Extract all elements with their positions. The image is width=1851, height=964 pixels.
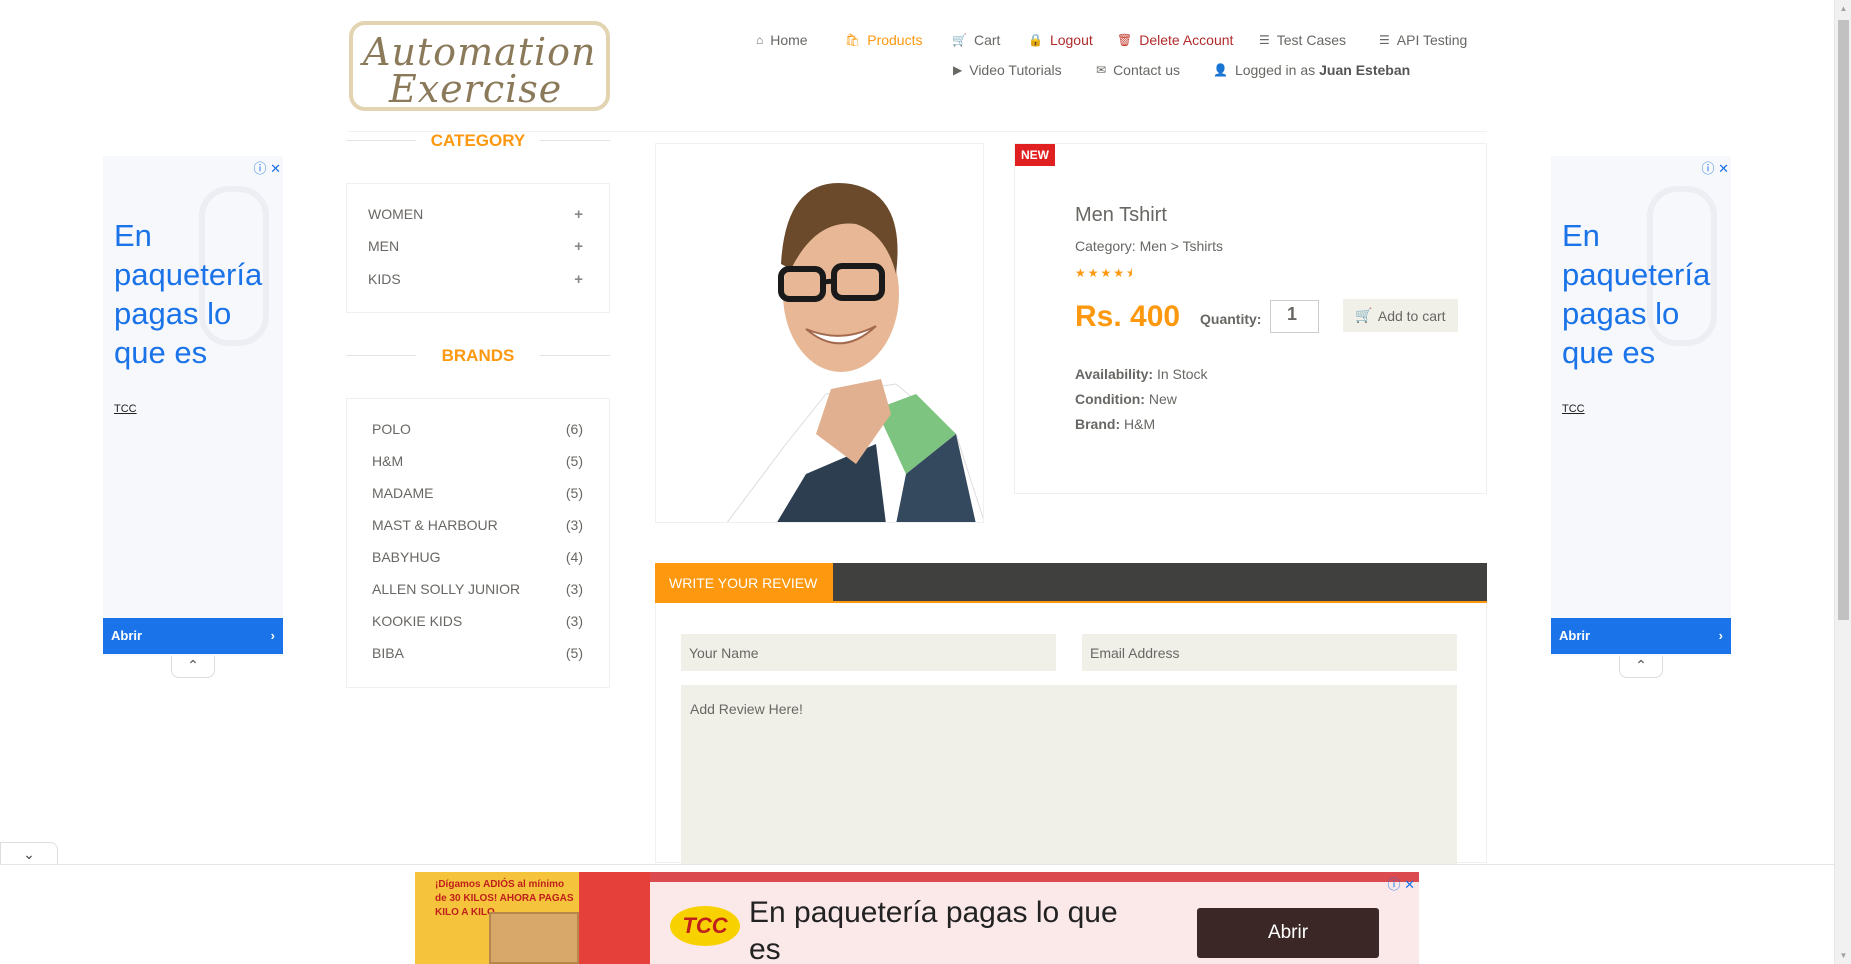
nav-logout[interactable]: 🔒 Logout [1028, 32, 1093, 48]
nav-test-cases[interactable]: ☰ Test Cases [1259, 32, 1346, 48]
chevron-down-icon[interactable]: ⌄ [0, 842, 58, 866]
chevron-up-icon[interactable]: ⌃ [1619, 656, 1663, 678]
ad-text[interactable]: En paquetería pagas lo que es [1562, 216, 1732, 372]
cart-icon: 🛒 [1355, 307, 1373, 323]
nav-home[interactable]: ⌂ Home [756, 32, 808, 48]
left-side-ad[interactable]: ⓘ ✕ En paquetería pagas lo que es TCC Ab… [103, 156, 284, 678]
product-category: Category: Men > Tshirts [1075, 238, 1223, 254]
scroll-up-icon[interactable]: ▲ [1835, 0, 1851, 17]
product-price: Rs. 400 [1075, 300, 1181, 333]
list-icon: ☰ [1379, 33, 1390, 47]
category-kids[interactable]: KIDS + [368, 271, 583, 288]
availability: Availability: In Stock [1075, 366, 1208, 382]
brands-panel: POLO (6) H&M (5) MADAME (5) MAST & HARBOUR(… [346, 398, 610, 688]
logo-line2: Exercise [389, 67, 563, 111]
ad-image: ¡Dígamos ADIÓS al mínimo de 30 KILOS! AH… [415, 872, 650, 964]
brand-item[interactable]: MADAME (5) [372, 485, 583, 501]
scrollbar-thumb[interactable] [1838, 20, 1849, 620]
brand: Brand: H&M [1075, 416, 1156, 432]
star-icon: ★ [1087, 266, 1101, 280]
category-men[interactable]: MEN + [368, 238, 583, 255]
quantity-input[interactable]: 1 [1270, 300, 1319, 333]
nav-cart[interactable]: 🛒 Cart [952, 32, 1000, 48]
username: Juan Esteban [1319, 62, 1411, 78]
brand-item[interactable]: KOOKIE KIDS (3) [372, 613, 583, 629]
ad-close-icon[interactable]: ⓘ ✕ [1387, 874, 1415, 893]
scroll-down-icon[interactable]: ▼ [1835, 947, 1851, 964]
plus-icon: + [574, 271, 583, 288]
brand-item[interactable]: MAST & HARBOUR (3) [372, 517, 583, 533]
list-icon: ☰ [1259, 33, 1270, 47]
brands-title: BRANDS [346, 346, 610, 366]
chevron-right-icon: › [1718, 628, 1723, 643]
right-side-ad[interactable]: ⓘ ✕ En paquetería pagas lo que es TCC Ab… [1551, 156, 1732, 678]
brand-item[interactable]: BIBA (5) [372, 645, 583, 661]
bottom-banner-ad[interactable]: ¡Dígamos ADIÓS al mínimo de 30 KILOS! AH… [415, 872, 1419, 964]
category-title: CATEGORY [346, 131, 610, 151]
package-image [489, 912, 579, 964]
product-rating: ★★★★⯨ [1075, 264, 1134, 285]
review-name-input[interactable]: Your Name [681, 634, 1056, 671]
review-textarea[interactable]: Add Review Here! [681, 685, 1457, 865]
vertical-scrollbar[interactable]: ▲ ▼ [1834, 0, 1851, 964]
condition: Condition: New [1075, 391, 1177, 407]
banner-text: En paquetería pagas lo que es [749, 896, 1118, 964]
ad-image-side [579, 872, 650, 964]
new-badge: NEW [1015, 144, 1055, 166]
ad-open-button[interactable]: Abrir › [103, 618, 283, 654]
brand-item[interactable]: POLO (6) [372, 421, 583, 437]
nav-video-tutorials[interactable]: ▶ Video Tutorials [953, 62, 1062, 78]
ad-close-icon[interactable]: ⓘ ✕ [253, 158, 281, 177]
nav-delete-account[interactable]: 🗑 Delete Account [1117, 32, 1233, 48]
youtube-icon: ▶ [953, 63, 963, 77]
site-logo[interactable]: Automation Exercise [349, 21, 610, 111]
plus-icon: + [574, 238, 583, 255]
trash-icon: 🗑 [1117, 33, 1133, 47]
tab-write-review[interactable]: WRITE YOUR REVIEW [655, 563, 833, 603]
quantity-label: Quantity: [1200, 311, 1262, 327]
cart-icon: 🛒 [952, 33, 967, 47]
category-women[interactable]: WOMEN + [368, 206, 583, 223]
envelope-icon: ✉ [1096, 63, 1107, 77]
review-email-input[interactable]: Email Address [1082, 634, 1457, 671]
home-icon: ⌂ [756, 33, 764, 47]
brand-item[interactable]: BABYHUG (4) [372, 549, 583, 565]
tcc-logo: TCC [670, 906, 740, 946]
star-icon: ★ [1075, 266, 1088, 280]
star-icon: ★ [1113, 266, 1127, 280]
review-tab-bar: WRITE YOUR REVIEW [655, 563, 1487, 603]
user-icon: 👤 [1213, 63, 1228, 77]
category-panel: WOMEN + MEN + KIDS + [346, 183, 610, 313]
ad-open-button[interactable]: Abrir › [1551, 618, 1731, 654]
product-name: Men Tshirt [1075, 204, 1167, 226]
brand-item[interactable]: H&M (5) [372, 453, 583, 469]
nav-api-testing[interactable]: ☰ API Testing [1379, 32, 1467, 48]
chevron-up-icon[interactable]: ⌃ [171, 656, 215, 678]
ad-text[interactable]: En paquetería pagas lo que es [114, 216, 284, 372]
brand-item[interactable]: ALLEN SOLLY JUNIOR (3) [372, 581, 583, 597]
ad-close-icon[interactable]: ⓘ ✕ [1701, 158, 1729, 177]
nav-logged-in[interactable]: 👤 Logged in as Juan Esteban [1213, 62, 1410, 78]
star-icon: ★ [1100, 266, 1114, 280]
nav-contact-us[interactable]: ✉ Contact us [1096, 62, 1180, 78]
ad-top-line [650, 872, 1419, 882]
chevron-right-icon: › [270, 628, 275, 643]
banner-open-button[interactable]: Abrir [1197, 908, 1379, 958]
plus-icon: + [574, 206, 583, 223]
products-icon: 🛍 [845, 33, 861, 47]
star-half-icon: ⯨ [1126, 266, 1135, 280]
add-to-cart-button[interactable]: 🛒 Add to cart [1343, 299, 1458, 332]
ad-source[interactable]: TCC [1562, 403, 1585, 415]
lock-icon: 🔒 [1028, 33, 1043, 47]
nav-products[interactable]: 🛍 Products [845, 32, 922, 48]
product-image [655, 143, 984, 523]
ad-source[interactable]: TCC [114, 403, 137, 415]
